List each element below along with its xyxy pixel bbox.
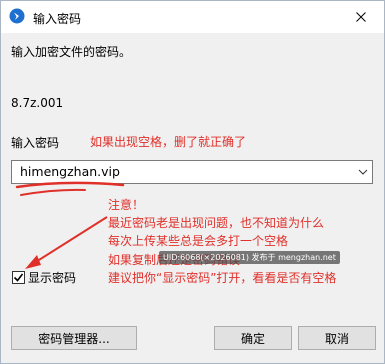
show-password-toggle[interactable]: 显示密码 bbox=[12, 269, 76, 286]
password-input[interactable]: himengzhan.vip bbox=[20, 164, 120, 179]
password-dialog: 输入密码 输入加密文件的密码。 8.7z.001 输入密码 如果出现空格，删了就… bbox=[0, 0, 385, 364]
window-title: 输入密码 bbox=[33, 12, 82, 26]
cancel-button[interactable]: 取消 bbox=[298, 326, 376, 350]
prompt-text: 输入加密文件的密码。 bbox=[11, 45, 132, 59]
title-bar: 输入密码 bbox=[1, 1, 384, 33]
notice-line: 每次上传某些总是会多打一个空格 bbox=[108, 234, 289, 249]
checkmark-icon bbox=[13, 273, 24, 282]
space-note: 如果出现空格，删了就正确了 bbox=[90, 135, 247, 149]
close-icon bbox=[356, 12, 366, 22]
password-combo[interactable]: himengzhan.vip bbox=[11, 160, 373, 184]
password-label: 输入密码 bbox=[11, 136, 60, 150]
archive-filename: 8.7z.001 bbox=[11, 96, 64, 110]
show-password-label: 显示密码 bbox=[28, 271, 77, 285]
app-icon bbox=[9, 8, 25, 24]
notice-line: 建议把你“显示密码”打开，看看是否有空格 bbox=[108, 270, 337, 285]
close-button[interactable] bbox=[338, 1, 384, 33]
show-password-checkbox[interactable] bbox=[12, 271, 25, 284]
red-arrow-icon bbox=[25, 216, 108, 269]
chevron-down-icon[interactable] bbox=[358, 167, 368, 177]
ok-button[interactable]: 确定 bbox=[214, 326, 292, 350]
password-manager-button[interactable]: 密码管理器... bbox=[11, 326, 137, 350]
watermark: UID:6068(×2026081) 发布于 mengzhan.net bbox=[159, 251, 340, 264]
notice-line: 注意！ bbox=[108, 198, 145, 212]
notice-line: 最近密码老是出现问题，也不知道为什么 bbox=[108, 216, 325, 231]
notice-block: 注意！ 最近密码老是出现问题，也不知道为什么 每次上传某些总是会多打一个空格 如… bbox=[108, 196, 336, 287]
